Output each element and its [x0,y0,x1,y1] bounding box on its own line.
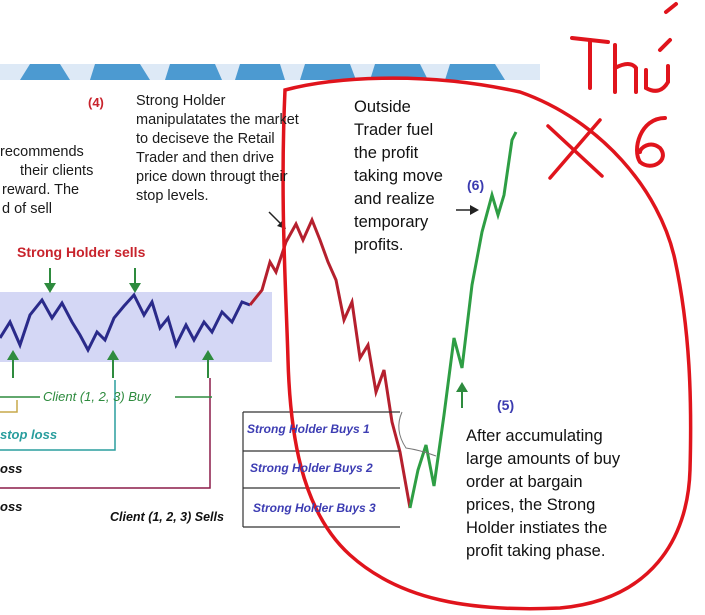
strong-holder-buys-1: Strong Holder Buys 1 [247,422,370,436]
outside-trader-text-line: the profit [354,144,419,162]
strong-holder-text-line: manipulatates the market [136,112,299,128]
loss-label-b: oss [0,499,23,514]
left-text-line: d of sell [2,201,52,217]
cropped-title-banner [0,64,540,80]
outside-trader-text-line: temporary [354,213,429,231]
stop-loss-label: stop loss [0,427,58,442]
strong-holder-text-line: Trader and then drive [136,150,275,166]
accumulating-text-line: prices, the Strong [466,496,596,514]
outside-trader-text-line: taking move [354,167,443,185]
client-sells-label: Client (1, 2, 3) Sells [110,510,224,524]
strong-holder-description: Strong Holder manipulatates the market t… [136,92,299,206]
strong-holder-buys-2: Strong Holder Buys 2 [250,461,373,475]
left-description: recommends their clients reward. The d o… [0,143,93,219]
strong-holder-buys-3: Strong Holder Buys 3 [253,501,376,515]
accumulating-description: After accumulating large amounts of buy … [466,425,620,563]
loss-label-a: oss [0,461,23,476]
client-buy-label: Client (1, 2, 3) Buy [43,389,151,404]
accumulating-text-line: order at bargain [466,473,583,491]
step-4-label: (4) [88,95,104,110]
outside-trader-text-line: Outside [354,98,411,116]
outside-trader-text-line: and realize [354,190,435,208]
left-text-line: their clients [20,163,94,179]
strong-holder-text-line: price down througt their [136,169,288,185]
step-5-label: (5) [497,397,515,413]
strong-holder-text-line: stop levels. [136,188,209,204]
strong-holder-sells-label: Strong Holder sells [17,244,146,260]
outside-trader-description: Outside Trader fuel the profit taking mo… [354,96,443,257]
left-text-line: recommends [0,144,84,160]
accumulating-text-line: profit taking phase. [466,542,606,560]
strong-holder-sell-arrows [44,268,141,293]
strong-holder-text-line: Strong Holder [136,93,226,109]
accumulating-text-line: After accumulating [466,427,603,445]
outside-trader-text-line: profits. [354,236,404,254]
left-text-line: reward. The [2,182,80,198]
handwritten-text-mark [570,2,678,168]
accumulating-text-line: large amounts of buy [466,450,621,468]
step-6-label: (6) [467,177,485,193]
bracket-curve [398,411,437,457]
accumulating-text-line: Holder instiates the [466,519,608,537]
outside-trader-text-line: Trader fuel [354,121,434,139]
strong-holder-text-line: to deciseve the Retail [136,131,275,147]
